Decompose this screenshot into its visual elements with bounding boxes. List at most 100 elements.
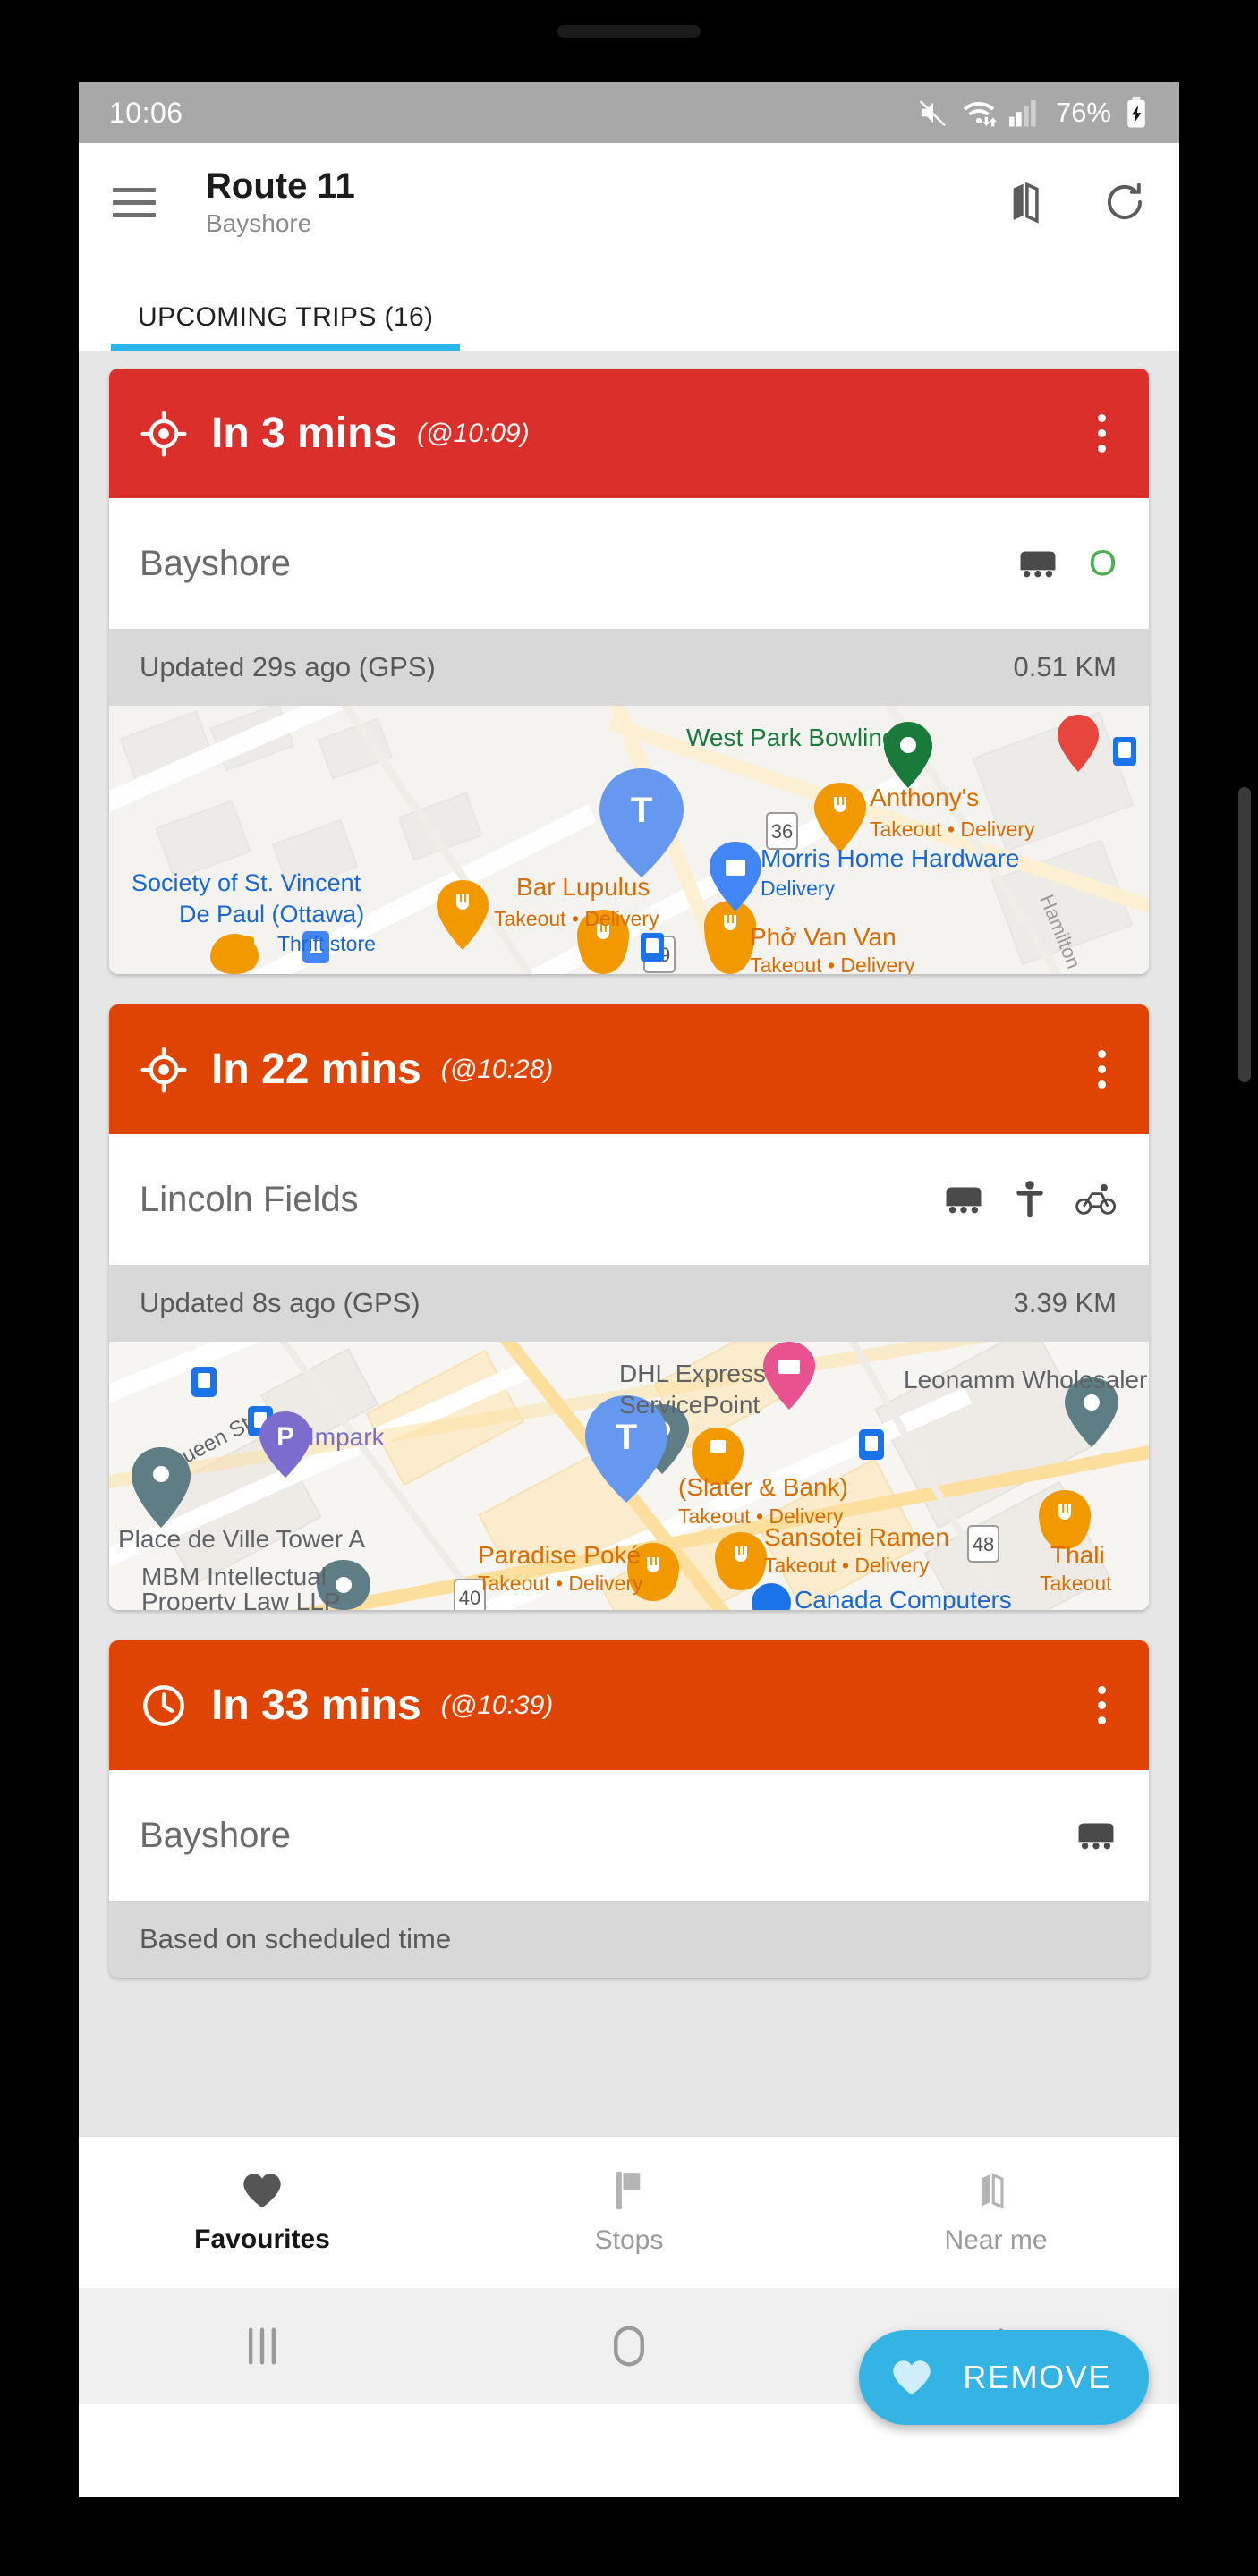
tab-upcoming-trips[interactable]: UPCOMING TRIPS (16) <box>111 302 461 351</box>
svg-text:36: 36 <box>771 820 793 843</box>
trip-arrival-time: (@10:09) <box>417 418 530 448</box>
status-clock: 10:06 <box>109 96 183 129</box>
tab-bar: UPCOMING TRIPS (16) <box>79 261 1179 351</box>
svg-text:(Slater & Bank): (Slater & Bank) <box>678 1473 848 1501</box>
svg-text:Canada Computers: Canada Computers <box>795 1586 1012 1610</box>
page-title: Route 11 <box>206 165 355 206</box>
recents-icon <box>248 2327 276 2365</box>
trip-destination: Bayshore <box>140 1815 291 1855</box>
trip-card-header: In 22 mins (@10:28) <box>109 1004 1149 1134</box>
trip-badges: O <box>1017 546 1117 581</box>
svg-text:48: 48 <box>973 1533 994 1555</box>
phone-screen: 10:06 76% Route 11 Bayshore UPCOMING TRI… <box>79 82 1179 2497</box>
home-icon <box>614 2326 644 2367</box>
trip-destination-row: Lincoln Fields <box>109 1134 1149 1265</box>
app-bar: Route 11 Bayshore <box>79 143 1179 261</box>
earpiece-speaker <box>557 25 701 38</box>
svg-text:Thrift store: Thrift store <box>277 932 376 955</box>
gps-crosshair-icon <box>140 410 187 457</box>
trip-arrival-time: (@10:39) <box>440 1690 554 1720</box>
tab-upcoming-trips-label: UPCOMING TRIPS (16) <box>138 302 434 332</box>
page-subtitle: Bayshore <box>206 208 312 237</box>
tab-active-indicator <box>111 344 461 351</box>
overflow-menu-icon[interactable] <box>1087 403 1117 463</box>
svg-text:West Park Bowling: West Park Bowling <box>686 724 896 751</box>
svg-text:Impark: Impark <box>308 1423 386 1451</box>
trip-distance: 3.39 KM <box>1013 1287 1117 1318</box>
bus-icon <box>946 1187 982 1214</box>
overflow-menu-icon[interactable] <box>1087 1675 1117 1735</box>
svg-text:Phở Van Van: Phở Van Van <box>750 923 897 951</box>
trip-status-row: Updated 29s ago (GPS) 0.51 KM <box>109 629 1149 706</box>
svg-text:Takeout • Delivery: Takeout • Delivery <box>750 953 915 974</box>
svg-text:Leonamm Wholesaler: Leonamm Wholesaler <box>904 1366 1147 1394</box>
svg-text:De Paul (Ottawa): De Paul (Ottawa) <box>179 901 364 928</box>
svg-text:T: T <box>631 791 652 830</box>
trip-status-row: Based on scheduled time <box>109 1901 1149 1978</box>
battery-charging-icon <box>1127 97 1145 128</box>
svg-text:Takeout • Delivery: Takeout • Delivery <box>478 1572 643 1595</box>
svg-text:Takeout • Delivery: Takeout • Delivery <box>870 818 1035 841</box>
overflow-menu-icon[interactable] <box>1087 1039 1117 1099</box>
nav-item-favourites-label: Favourites <box>194 2224 330 2254</box>
nav-item-stops-label: Stops <box>594 2224 664 2255</box>
bus-icon <box>1078 1823 1114 1850</box>
svg-text:Morris Home Hardware: Morris Home Hardware <box>761 844 1019 872</box>
bike-icon <box>1075 1183 1117 1215</box>
nav-item-stops[interactable]: Stops <box>446 2170 812 2256</box>
svg-text:Takeout • Delivery: Takeout • Delivery <box>764 1554 930 1577</box>
svg-text:Anthony's: Anthony's <box>870 784 979 811</box>
signal-icon <box>1008 100 1036 127</box>
app-bar-title-block: Route 11 Bayshore <box>206 167 355 238</box>
svg-text:T: T <box>616 1418 637 1457</box>
trip-list[interactable]: In 3 mins (@10:09) Bayshore O Updated 29… <box>79 351 1179 2425</box>
mute-icon <box>919 100 946 127</box>
svg-text:Takeout • Delivery: Takeout • Delivery <box>494 907 659 930</box>
hamburger-menu-icon[interactable] <box>106 174 163 231</box>
recents-button[interactable] <box>79 2326 446 2366</box>
trip-badges <box>1075 1819 1117 1852</box>
wifi-icon <box>963 102 997 127</box>
trip-card-header: In 3 mins (@10:09) <box>109 369 1149 498</box>
bus-icon <box>1020 551 1056 578</box>
svg-text:ServicePoint: ServicePoint <box>619 1391 760 1419</box>
home-button[interactable] <box>446 2325 812 2368</box>
refresh-icon[interactable] <box>1102 180 1147 225</box>
status-icon-group: 76% <box>918 97 1149 129</box>
map-icon[interactable] <box>1007 180 1052 225</box>
trip-card[interactable]: In 3 mins (@10:09) Bayshore O Updated 29… <box>109 369 1149 974</box>
svg-text:Paradise Poké: Paradise Poké <box>478 1541 641 1569</box>
svg-text:DHL Express: DHL Express <box>619 1360 766 1387</box>
trip-card[interactable]: In 22 mins (@10:28) Lincoln Fields Updat… <box>109 1004 1149 1610</box>
app-bar-actions <box>1007 180 1147 225</box>
trip-badges <box>943 1180 1117 1219</box>
svg-text:Society of St. Vincent: Society of St. Vincent <box>132 869 361 896</box>
trip-map-thumbnail[interactable]: Queen St 48 40 P T DHL Express ServicePo… <box>109 1342 1149 1610</box>
svg-text:Sansotei Ramen: Sansotei Ramen <box>764 1523 949 1551</box>
map-icon <box>981 2172 1004 2209</box>
heart-icon <box>893 2360 931 2395</box>
svg-text:Place de Ville Tower A: Place de Ville Tower A <box>118 1525 365 1553</box>
svg-text:Property Law LLP: Property Law LLP <box>141 1588 341 1610</box>
svg-text:Delivery: Delivery <box>761 877 836 900</box>
bottom-navigation-bar: Favourites Stops Near me <box>79 2136 1179 2288</box>
trip-status-text: Updated 8s ago (GPS) <box>140 1287 421 1318</box>
power-button[interactable] <box>1238 787 1251 1082</box>
trip-eta: In 33 mins <box>211 1682 421 1729</box>
trip-destination-row: Bayshore O <box>109 498 1149 629</box>
trip-distance: 0.51 KM <box>1013 651 1117 682</box>
battery-percent-label: 76% <box>1055 97 1111 128</box>
gps-crosshair-icon <box>140 1046 187 1093</box>
trip-destination-row: Bayshore <box>109 1770 1149 1901</box>
trip-eta: In 3 mins <box>211 410 398 457</box>
trip-card[interactable]: In 33 mins (@10:39) Bayshore Based on sc… <box>109 1640 1149 1978</box>
trip-map-thumbnail[interactable]: 36 69 <box>109 706 1149 974</box>
heart-icon <box>243 2173 281 2207</box>
svg-text:P: P <box>276 1422 294 1452</box>
svg-text:Thali: Thali <box>1050 1541 1105 1569</box>
remove-favourite-button[interactable]: REMOVE <box>859 2330 1149 2425</box>
nav-item-favourites[interactable]: Favourites <box>79 2171 446 2255</box>
svg-text:Bar Lupulus: Bar Lupulus <box>516 873 650 901</box>
nav-item-near-me[interactable]: Near me <box>812 2170 1179 2256</box>
flag-icon <box>616 2171 641 2209</box>
